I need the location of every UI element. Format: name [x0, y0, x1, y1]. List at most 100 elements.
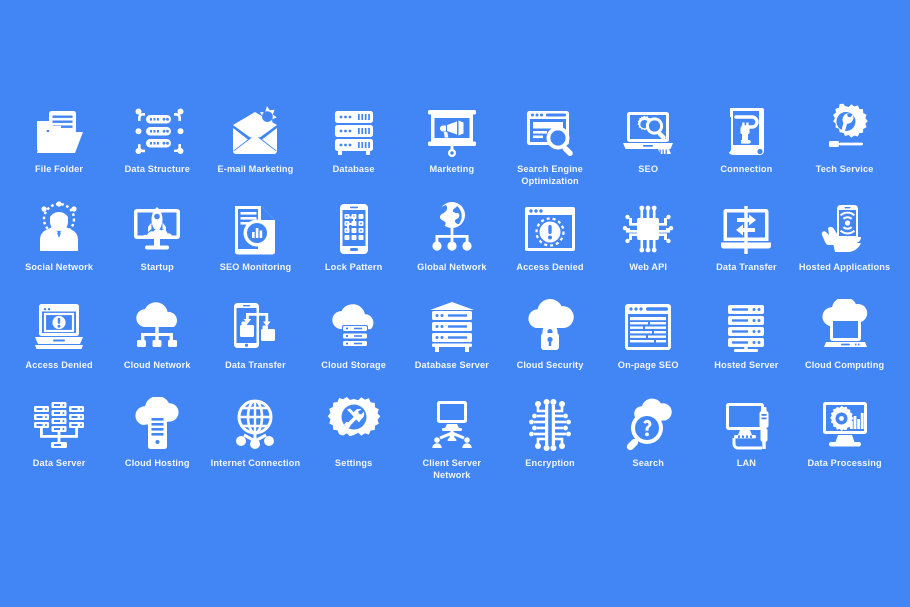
- icon-cell-web-api[interactable]: Web API: [599, 201, 697, 299]
- icon-cell-search[interactable]: Search: [599, 397, 697, 495]
- icon-label: Database: [332, 164, 375, 174]
- icon-label: Cloud Security: [516, 360, 584, 370]
- access-denied-laptop-icon[interactable]: [31, 299, 87, 355]
- icon-cell-social-network[interactable]: Social Network: [10, 201, 108, 299]
- marketing-icon[interactable]: [424, 103, 480, 159]
- cloud-computing-icon[interactable]: [817, 299, 873, 355]
- icon-label: LAN: [736, 458, 757, 468]
- icon-cell-seo[interactable]: SEO: [599, 103, 697, 201]
- tech-service-icon[interactable]: [817, 103, 873, 159]
- lan-icon[interactable]: [718, 397, 774, 453]
- database-icon[interactable]: [326, 103, 382, 159]
- icon-label: Encryption: [525, 458, 575, 468]
- web-api-icon[interactable]: [620, 201, 676, 257]
- icon-cell-data-processing[interactable]: Data Processing: [796, 397, 894, 495]
- seo-monitoring-icon[interactable]: [227, 201, 283, 257]
- seo-icon[interactable]: [620, 103, 676, 159]
- social-network-icon[interactable]: [31, 201, 87, 257]
- icon-label: Data Transfer: [716, 262, 777, 272]
- icon-cell-access-denied-laptop[interactable]: Access Denied: [10, 299, 108, 397]
- icon-label: Cloud Network: [123, 360, 191, 370]
- cloud-hosting-icon[interactable]: [129, 397, 185, 453]
- cloud-storage-icon[interactable]: [326, 299, 382, 355]
- icon-label: Data Processing: [807, 458, 882, 468]
- icon-label: SEO Monitoring: [219, 262, 292, 272]
- on-page-seo-icon[interactable]: [620, 299, 676, 355]
- icon-label: Client Server Network: [422, 458, 482, 480]
- icon-label: Data Transfer: [225, 360, 286, 370]
- database-server-icon[interactable]: [424, 299, 480, 355]
- access-denied-browser-icon[interactable]: [522, 201, 578, 257]
- icon-cell-hosted-server[interactable]: Hosted Server: [697, 299, 795, 397]
- client-server-network-icon[interactable]: [424, 397, 480, 453]
- icon-cell-global-network[interactable]: Global Network: [403, 201, 501, 299]
- data-transfer-laptop-icon[interactable]: [718, 201, 774, 257]
- icon-label: Search: [632, 458, 664, 468]
- startup-icon[interactable]: [129, 201, 185, 257]
- lock-pattern-icon[interactable]: [326, 201, 382, 257]
- data-transfer-mobile-icon[interactable]: [227, 299, 283, 355]
- icon-cell-lock-pattern[interactable]: Lock Pattern: [305, 201, 403, 299]
- icon-label: Social Network: [25, 262, 94, 272]
- data-server-icon[interactable]: [31, 397, 87, 453]
- connection-icon[interactable]: [718, 103, 774, 159]
- icon-cell-data-structure[interactable]: Data Structure: [108, 103, 206, 201]
- encryption-icon[interactable]: [522, 397, 578, 453]
- icon-cell-on-page-seo[interactable]: On-page SEO: [599, 299, 697, 397]
- icon-label: Startup: [140, 262, 174, 272]
- search-icon[interactable]: [620, 397, 676, 453]
- icon-cell-cloud-network[interactable]: Cloud Network: [108, 299, 206, 397]
- icon-cell-file-folder[interactable]: File Folder: [10, 103, 108, 201]
- icon-label: Web API: [629, 262, 668, 272]
- icon-cell-hosted-applications[interactable]: Hosted Applications: [796, 201, 894, 299]
- icon-label: E-mail Marketing: [217, 164, 294, 174]
- icon-cell-email-marketing[interactable]: E-mail Marketing: [206, 103, 304, 201]
- icon-label: Global Network: [417, 262, 487, 272]
- icon-cell-internet-connection[interactable]: Internet Connection: [206, 397, 304, 495]
- icon-label: On-page SEO: [617, 360, 679, 370]
- search-engine-optimization-icon[interactable]: [522, 103, 578, 159]
- icon-cell-tech-service[interactable]: Tech Service: [796, 103, 894, 201]
- icon-label: Hosted Server: [714, 360, 779, 370]
- icon-set-board: File Folder Data Structure E-mail Marketin…: [0, 0, 910, 607]
- icon-label: Data Server: [32, 458, 86, 468]
- icon-cell-lan[interactable]: LAN: [697, 397, 795, 495]
- settings-icon[interactable]: [326, 397, 382, 453]
- hosted-server-icon[interactable]: [718, 299, 774, 355]
- icon-cell-settings[interactable]: Settings: [305, 397, 403, 495]
- icon-cell-access-denied-browser[interactable]: Access Denied: [501, 201, 599, 299]
- icon-cell-startup[interactable]: Startup: [108, 201, 206, 299]
- icon-cell-database-server[interactable]: Database Server: [403, 299, 501, 397]
- icon-cell-cloud-security[interactable]: Cloud Security: [501, 299, 599, 397]
- icon-cell-cloud-computing[interactable]: Cloud Computing: [796, 299, 894, 397]
- icon-cell-cloud-hosting[interactable]: Cloud Hosting: [108, 397, 206, 495]
- icon-cell-data-transfer-laptop[interactable]: Data Transfer: [697, 201, 795, 299]
- icon-cell-encryption[interactable]: Encryption: [501, 397, 599, 495]
- icon-cell-marketing[interactable]: Marketing: [403, 103, 501, 201]
- icon-cell-data-server[interactable]: Data Server: [10, 397, 108, 495]
- cloud-network-icon[interactable]: [129, 299, 185, 355]
- email-marketing-icon[interactable]: [227, 103, 283, 159]
- icon-cell-data-transfer-mobile[interactable]: Data Transfer: [206, 299, 304, 397]
- icon-cell-seo-monitoring[interactable]: SEO Monitoring: [206, 201, 304, 299]
- cloud-security-icon[interactable]: [522, 299, 578, 355]
- internet-connection-icon[interactable]: [227, 397, 283, 453]
- icon-label: Connection: [720, 164, 773, 174]
- icon-label: Database Server: [414, 360, 489, 370]
- icon-cell-cloud-storage[interactable]: Cloud Storage: [305, 299, 403, 397]
- icon-cell-connection[interactable]: Connection: [697, 103, 795, 201]
- icon-label: Hosted Applications: [798, 262, 891, 272]
- icon-label: Settings: [334, 458, 373, 468]
- global-network-icon[interactable]: [424, 201, 480, 257]
- icon-label: Cloud Computing: [804, 360, 885, 370]
- icon-cell-search-engine-optimization[interactable]: Search Engine Optimization: [501, 103, 599, 201]
- file-folder-icon[interactable]: [31, 103, 87, 159]
- icon-cell-client-server-network[interactable]: Client Server Network: [403, 397, 501, 495]
- icon-label: Search Engine Optimization: [517, 164, 583, 186]
- icon-label: Data Structure: [124, 164, 190, 174]
- data-processing-icon[interactable]: [817, 397, 873, 453]
- data-structure-icon[interactable]: [129, 103, 185, 159]
- hosted-applications-icon[interactable]: [817, 201, 873, 257]
- icon-label: Tech Service: [815, 164, 874, 174]
- icon-cell-database[interactable]: Database: [305, 103, 403, 201]
